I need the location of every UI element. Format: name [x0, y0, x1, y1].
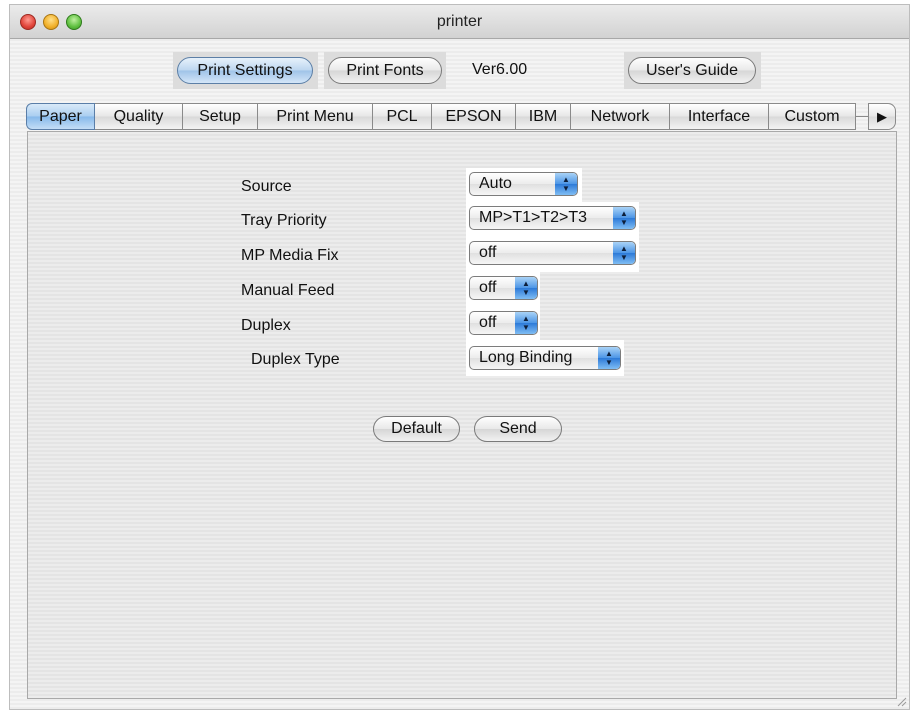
tab-print-menu[interactable]: Print Menu [258, 103, 373, 130]
duplex-label: Duplex [241, 317, 291, 334]
tab-interface[interactable]: Interface [670, 103, 769, 130]
users-guide-button[interactable]: User's Guide [628, 57, 756, 84]
tab-connector [856, 116, 868, 117]
tab-custom[interactable]: Custom [769, 103, 856, 130]
paper-settings-panel: Source Auto ▲ ▼ Tray Priority MP>T1>T2>T3… [27, 131, 897, 699]
source-select[interactable]: Auto ▲ ▼ [469, 172, 578, 196]
tab-network[interactable]: Network [571, 103, 670, 130]
select-arrows-icon: ▲ ▼ [555, 173, 577, 195]
triangle-right-icon: ▶ [877, 109, 887, 124]
mp-media-fix-select[interactable]: off ▲ ▼ [469, 241, 636, 265]
tray-priority-value: MP>T1>T2>T3 [479, 209, 588, 226]
select-arrows-icon: ▲ ▼ [613, 242, 635, 264]
tab-pcl[interactable]: PCL [373, 103, 432, 130]
tab-setup[interactable]: Setup [183, 103, 258, 130]
duplex-type-label: Duplex Type [251, 351, 340, 368]
source-label: Source [241, 178, 292, 195]
select-arrows-icon: ▲ ▼ [515, 277, 537, 299]
default-button[interactable]: Default [373, 416, 460, 442]
duplex-value: off [479, 314, 497, 331]
tab-ibm[interactable]: IBM [516, 103, 571, 130]
printer-window: printer Print Settings Print Fonts Ver6.… [9, 4, 910, 710]
manual-feed-select[interactable]: off ▲ ▼ [469, 276, 538, 300]
print-fonts-button[interactable]: Print Fonts [328, 57, 442, 84]
manual-feed-value: off [479, 279, 497, 296]
mp-media-fix-label: MP Media Fix [241, 247, 339, 264]
manual-feed-label: Manual Feed [241, 282, 335, 299]
tab-paper[interactable]: Paper [26, 103, 95, 130]
send-button[interactable]: Send [474, 416, 562, 442]
select-arrows-icon: ▲ ▼ [515, 312, 537, 334]
tab-scroll-right-button[interactable]: ▶ [868, 103, 896, 130]
tab-epson[interactable]: EPSON [432, 103, 516, 130]
version-label: Ver6.00 [472, 61, 528, 78]
duplex-type-select[interactable]: Long Binding ▲ ▼ [469, 346, 621, 370]
tray-priority-select[interactable]: MP>T1>T2>T3 ▲ ▼ [469, 206, 636, 230]
print-settings-button[interactable]: Print Settings [177, 57, 313, 84]
window-title: printer [436, 13, 483, 30]
title-bar: printer [10, 5, 909, 39]
duplex-select[interactable]: off ▲ ▼ [469, 311, 538, 335]
mp-media-fix-value: off [479, 244, 497, 261]
select-arrows-icon: ▲ ▼ [598, 347, 620, 369]
select-arrows-icon: ▲ ▼ [613, 207, 635, 229]
duplex-type-value: Long Binding [479, 349, 573, 366]
tab-quality[interactable]: Quality [95, 103, 183, 130]
resize-grip-icon[interactable] [895, 695, 907, 707]
tray-priority-label: Tray Priority [241, 212, 327, 229]
source-value: Auto [479, 175, 512, 192]
